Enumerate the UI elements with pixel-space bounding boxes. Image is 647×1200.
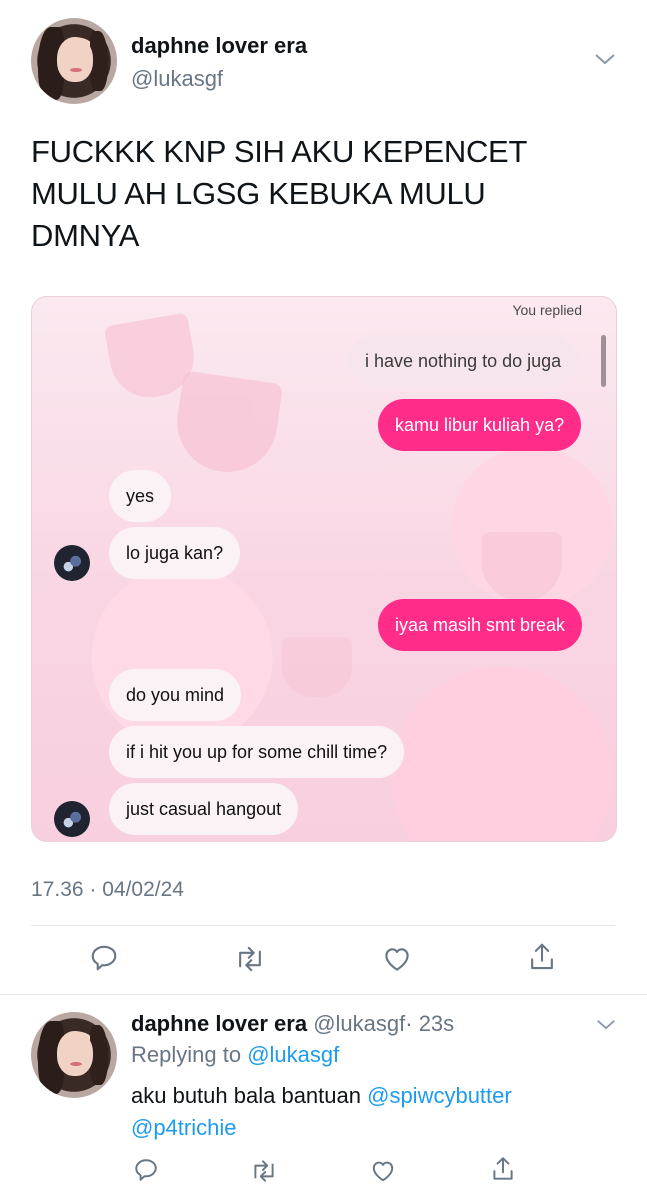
message-bubble: yes	[109, 470, 172, 522]
message-bubble: just casual hangout	[109, 783, 299, 835]
reply-author-name[interactable]: daphne lover era	[131, 1011, 307, 1036]
heart-decoration	[482, 532, 562, 602]
divider	[0, 994, 647, 995]
mention-link[interactable]: @spiwcybutter	[367, 1083, 512, 1108]
message-bubble: if i hit you up for some chill time?	[109, 726, 405, 778]
tweet-text-line: DMNYA	[31, 218, 140, 253]
dm-contact-avatar	[54, 801, 90, 837]
author-avatar[interactable]	[31, 18, 117, 104]
like-icon[interactable]	[370, 1158, 396, 1184]
message-bubble: kamu libur kuliah ya?	[378, 399, 582, 451]
reply-author-handle[interactable]: @lukasgf	[313, 1011, 405, 1036]
reply-body: aku butuh bala bantuan	[131, 1083, 361, 1108]
reply-text: aku butuh bala bantuan @spiwcybutter @p4…	[131, 1080, 601, 1144]
retweet-icon[interactable]	[234, 944, 266, 974]
retweet-icon[interactable]	[250, 1158, 278, 1184]
message-bubble: do you mind	[109, 669, 242, 721]
chevron-down-icon[interactable]	[594, 52, 616, 71]
replying-to: Replying to @lukasgf	[131, 1042, 339, 1068]
reply-author-avatar[interactable]	[31, 1012, 117, 1098]
like-icon[interactable]	[382, 944, 412, 974]
tweet-text-line: MULU AH LGSG KEBUKA MULU	[31, 176, 486, 211]
replying-to-label: Replying to	[131, 1042, 242, 1067]
heart-decoration	[170, 370, 284, 479]
share-icon[interactable]	[527, 941, 557, 973]
replying-to-handle-link[interactable]: @lukasgf	[247, 1042, 339, 1067]
reply-header: daphne lover era @lukasgf· 23s	[131, 1011, 454, 1037]
tweet-timestamp[interactable]: 17.36 · 04/02/24	[31, 878, 184, 902]
tweet-text: FUCKKK KNP SIH AKU KEPENCET MULU AH LGSG…	[31, 131, 591, 257]
reply-icon[interactable]	[133, 1157, 159, 1183]
mention-link[interactable]: @p4trichie	[131, 1115, 237, 1140]
reply-icon[interactable]	[89, 943, 119, 973]
message-bubble: iyaa masih smt break	[378, 599, 583, 651]
you-replied-label: You replied	[512, 302, 582, 318]
share-icon[interactable]	[490, 1155, 516, 1183]
message-bubble: i have nothing to do juga	[348, 335, 579, 387]
scrollbar[interactable]	[601, 335, 606, 387]
chevron-down-icon[interactable]	[596, 1018, 616, 1036]
tweet-text-line: FUCKKK KNP SIH AKU KEPENCET	[31, 134, 528, 169]
reply-age: · 23s	[405, 1011, 455, 1036]
author-name[interactable]: daphne lover era	[131, 33, 307, 59]
dm-contact-avatar	[54, 545, 90, 581]
message-bubble: lo juga kan?	[109, 527, 241, 579]
heart-decoration	[282, 637, 352, 697]
divider	[31, 925, 615, 926]
author-handle[interactable]: @lukasgf	[131, 66, 223, 92]
dm-screenshot-image[interactable]: You replied i have nothing to do juga ka…	[31, 296, 617, 842]
